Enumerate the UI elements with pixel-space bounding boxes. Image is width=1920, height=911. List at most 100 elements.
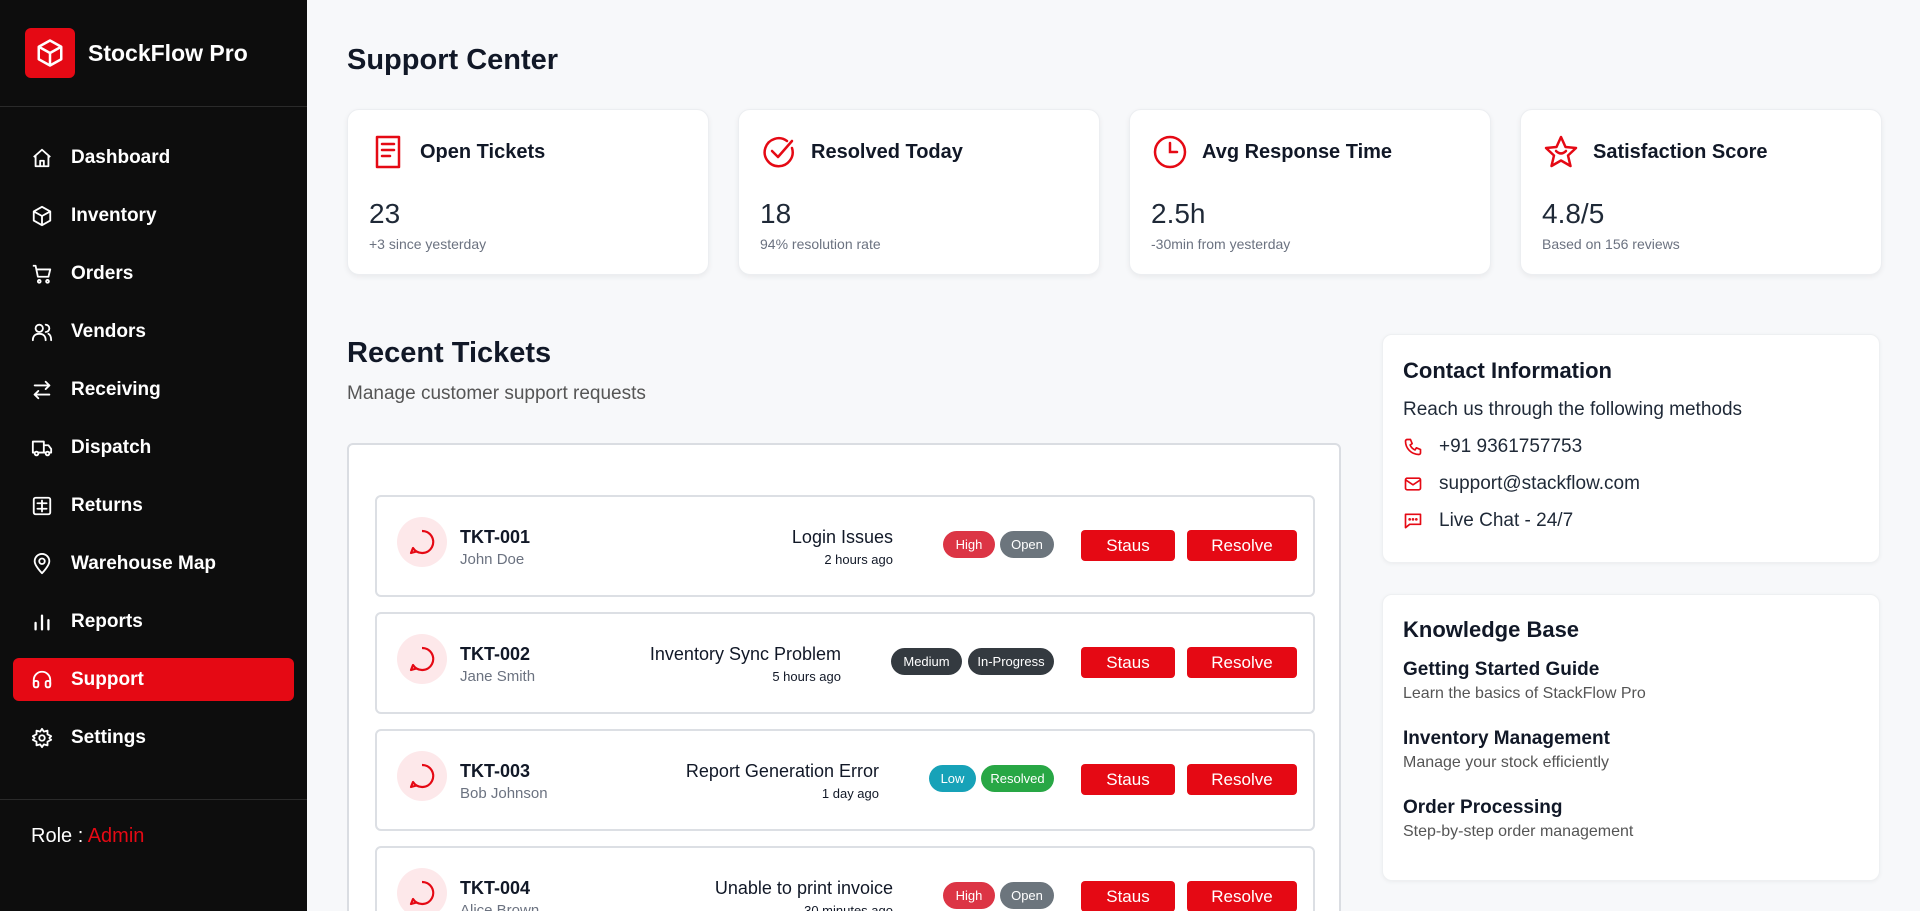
stat-value: 2.5h: [1151, 198, 1206, 229]
box-logo-icon: [25, 28, 75, 78]
contact-chat-text: Live Chat - 24/7: [1439, 510, 1574, 531]
stat-title: Open Tickets: [420, 140, 546, 163]
chat-bubble-icon: [397, 868, 447, 911]
status-button[interactable]: Staus: [1081, 647, 1175, 678]
gear-icon: [31, 727, 53, 748]
ticket-time: 2 hours ago: [824, 552, 893, 567]
sidebar-item-label: Settings: [71, 726, 146, 748]
status-badge: Open: [1000, 882, 1054, 909]
ticket-row[interactable]: TKT-003 Bob Johnson Report Generation Er…: [375, 729, 1315, 831]
sidebar-item-label: Warehouse Map: [71, 552, 216, 574]
sidebar-item-receiving[interactable]: Receiving: [13, 368, 294, 411]
stat-value: 18: [760, 198, 792, 229]
status-button[interactable]: Staus: [1081, 764, 1175, 795]
kb-article-title[interactable]: Inventory Management: [1403, 728, 1610, 750]
status-button[interactable]: Staus: [1081, 881, 1175, 911]
chat-bubble-icon: [397, 751, 447, 801]
ticket-subject: Unable to print invoice: [714, 878, 893, 898]
contact-card: Contact Information Reach us through the…: [1382, 334, 1880, 563]
receipt-icon: [32, 496, 52, 515]
stat-note: 94% resolution rate: [760, 236, 881, 252]
stat-title: Satisfaction Score: [1593, 140, 1768, 163]
sidebar-item-label: Dashboard: [71, 146, 171, 168]
sidebar-item-label: Support: [71, 668, 144, 690]
kb-article-desc: Learn the basics of StackFlow Pro: [1403, 685, 1646, 702]
kb-article-desc: Manage your stock efficiently: [1403, 754, 1610, 771]
ticket-row[interactable]: TKT-004 Alice Brown Unable to print invo…: [375, 846, 1315, 911]
brand: StockFlow Pro: [0, 0, 307, 107]
stat-note: -30min from yesterday: [1151, 236, 1291, 252]
resolve-button[interactable]: Resolve: [1187, 647, 1297, 678]
priority-badge: High: [943, 531, 995, 558]
sidebar-item-label: Reports: [71, 610, 143, 632]
document-icon: [375, 135, 401, 169]
ticket-time: 30 minutes ago: [804, 903, 893, 911]
sidebar-item-vendors[interactable]: Vendors: [13, 310, 294, 353]
ticket-row[interactable]: TKT-001 John Doe Login Issues 2 hours ag…: [375, 495, 1315, 597]
knowledge-base-card: Knowledge Base Getting Started Guide Lea…: [1382, 594, 1880, 881]
sidebar-item-orders[interactable]: Orders: [13, 252, 294, 295]
sidebar-item-settings[interactable]: Settings: [13, 716, 294, 759]
status-button[interactable]: Staus: [1081, 530, 1175, 561]
sidebar-item-label: Inventory: [71, 204, 157, 226]
ticket-customer: John Doe: [460, 551, 525, 568]
main-content: Support Center Open Tickets 23 +3 since …: [307, 0, 1920, 911]
stat-title: Resolved Today: [811, 140, 963, 163]
sidebar-item-warehouse-map[interactable]: Warehouse Map: [13, 542, 294, 585]
ticket-row[interactable]: TKT-002 Jane Smith Inventory Sync Proble…: [375, 612, 1315, 714]
sidebar-nav: Dashboard Inventory Orders Vendors Recei…: [0, 107, 307, 759]
ticket-customer: Jane Smith: [460, 668, 536, 685]
kb-article-title[interactable]: Order Processing: [1403, 797, 1562, 819]
kb-article-desc: Step-by-step order management: [1403, 823, 1634, 840]
sidebar-item-label: Dispatch: [71, 436, 152, 458]
sidebar-item-inventory[interactable]: Inventory: [13, 194, 294, 237]
recent-tickets-title: Recent Tickets: [347, 337, 552, 369]
resolve-button[interactable]: Resolve: [1187, 530, 1297, 561]
ticket-id: TKT-002: [460, 644, 531, 664]
ticket-time: 1 day ago: [821, 786, 879, 801]
tickets-list[interactable]: TKT-001 John Doe Login Issues 2 hours ag…: [347, 443, 1341, 911]
sidebar-item-returns[interactable]: Returns: [13, 484, 294, 527]
contact-phone[interactable]: +91 9361757753: [1403, 436, 1582, 458]
status-badge: In-Progress: [968, 648, 1054, 675]
sidebar-item-label: Vendors: [71, 320, 146, 342]
home-icon: [33, 148, 51, 167]
box-icon: [32, 205, 52, 226]
stat-card-satisfaction-score: Satisfaction Score 4.8/5 Based on 156 re…: [1520, 109, 1882, 275]
sidebar-item-support[interactable]: Support: [13, 658, 294, 701]
sidebar-item-dashboard[interactable]: Dashboard: [13, 136, 294, 179]
status-badge: Open: [1000, 531, 1054, 558]
stat-value: 4.8/5: [1542, 198, 1605, 229]
cart-icon: [32, 264, 52, 284]
stat-note: Based on 156 reviews: [1542, 236, 1680, 252]
priority-badge: High: [943, 882, 995, 909]
sidebar-item-reports[interactable]: Reports: [13, 600, 294, 643]
contact-description: Reach us through the following methods: [1403, 399, 1743, 420]
kb-article-title[interactable]: Getting Started Guide: [1403, 659, 1599, 681]
stat-card-resolved-today: Resolved Today 18 94% resolution rate: [738, 109, 1100, 275]
ticket-subject: Inventory Sync Problem: [649, 644, 841, 664]
status-badge: Resolved: [981, 765, 1054, 792]
app-name: StockFlow Pro: [88, 39, 248, 66]
sidebar-item-label: Orders: [71, 262, 134, 284]
recent-tickets-subtitle: Manage customer support requests: [347, 383, 646, 404]
ticket-id: TKT-003: [460, 761, 531, 781]
knowledge-base-title: Knowledge Base: [1403, 617, 1580, 642]
priority-badge: Low: [929, 765, 976, 792]
ticket-subject: Report Generation Error: [685, 761, 879, 781]
contact-chat[interactable]: Live Chat - 24/7: [1403, 510, 1573, 532]
ticket-id: TKT-004: [460, 878, 531, 898]
resolve-button[interactable]: Resolve: [1187, 881, 1297, 911]
ticket-id: TKT-001: [460, 527, 531, 547]
sidebar-item-dispatch[interactable]: Dispatch: [13, 426, 294, 469]
ticket-customer: Bob Johnson: [460, 785, 548, 802]
chat-bubble-icon: [397, 634, 447, 684]
users-icon: [31, 323, 53, 341]
role-label: Role :: [31, 825, 84, 847]
resolve-button[interactable]: Resolve: [1187, 764, 1297, 795]
stat-value: 23: [369, 198, 401, 229]
contact-email[interactable]: support@stackflow.com: [1403, 473, 1640, 495]
star-icon: [1544, 135, 1578, 168]
map-pin-icon: [33, 552, 51, 574]
chat-bubble-icon: [397, 517, 447, 567]
